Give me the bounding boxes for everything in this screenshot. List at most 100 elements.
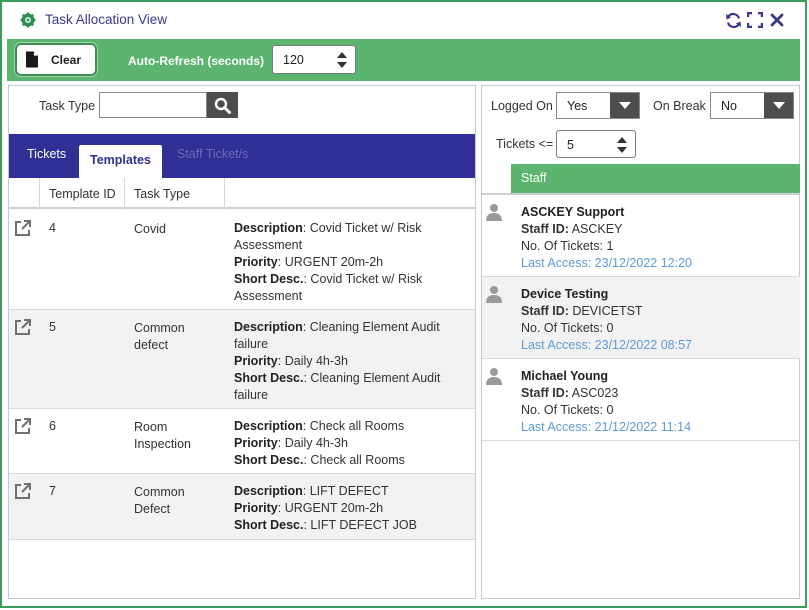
- tickets-label: No. Of Tickets:: [521, 403, 603, 417]
- description-label: Description: [234, 484, 303, 498]
- task-type: Common defect: [134, 321, 185, 352]
- last-access-label: Last Access:: [521, 420, 592, 434]
- tab-tickets[interactable]: Tickets: [27, 147, 66, 161]
- priority-value: Daily 4h-3h: [284, 436, 348, 450]
- spinner-arrows-icon[interactable]: [617, 137, 627, 153]
- on-break-value: No: [721, 99, 737, 113]
- auto-refresh-label: Auto-Refresh (seconds): [128, 54, 265, 68]
- staff-id-label: Staff ID:: [521, 222, 569, 236]
- staff-id-value: DEVICETST: [572, 304, 643, 318]
- window-title: Task Allocation View: [45, 12, 168, 27]
- chevron-down-icon: [618, 102, 631, 109]
- external-link-icon[interactable]: [14, 219, 32, 237]
- close-icon: [770, 13, 784, 27]
- logged-on-dropdown-button[interactable]: [610, 93, 639, 118]
- expand-icon: [747, 12, 763, 28]
- task-type-search-button[interactable]: [207, 92, 238, 118]
- staff-id-label: Staff ID:: [521, 304, 569, 318]
- search-icon: [214, 97, 231, 114]
- table-row[interactable]: 4 Covid Description: Covid Ticket w/ Ris…: [9, 211, 475, 310]
- template-id: 7: [49, 484, 56, 498]
- templates-panel: Task Type Tickets Templates Staff Ticket…: [8, 85, 476, 599]
- on-break-label: On Break: [653, 99, 706, 113]
- last-access-value: 23/12/2022 12:20: [594, 256, 692, 270]
- last-access-line: Last Access: 23/12/2022 12:20: [521, 256, 692, 270]
- task-allocation-window: Task Allocation View Clear Auto-Refresh …: [0, 0, 807, 608]
- tickets-max-input[interactable]: 5: [556, 130, 636, 158]
- priority-label: Priority: [234, 354, 278, 368]
- template-details: Description: Cleaning Element Audit fail…: [234, 320, 441, 402]
- task-type-label: Task Type: [39, 99, 96, 113]
- priority-value: URGENT 20m-2h: [284, 501, 384, 515]
- app-gear-icon: [20, 12, 36, 28]
- external-link-icon[interactable]: [14, 318, 32, 336]
- priority-label: Priority: [234, 255, 278, 269]
- staff-id-line: Staff ID: DEVICETST: [521, 304, 643, 318]
- priority-value: Daily 4h-3h: [284, 354, 348, 368]
- templates-table-header: Template ID Task Type: [9, 178, 475, 209]
- logged-on-label: Logged On: [491, 99, 553, 113]
- external-link-icon[interactable]: [14, 417, 32, 435]
- column-separator: [124, 178, 125, 209]
- tickets-line: No. Of Tickets: 0: [521, 403, 613, 417]
- tickets-value: 1: [606, 239, 614, 253]
- template-details: Description: Covid Ticket w/ Risk Assess…: [234, 221, 423, 303]
- list-item[interactable]: Michael Young Staff ID: ASC023 No. Of Ti…: [482, 359, 800, 441]
- priority-label: Priority: [234, 501, 278, 515]
- auto-refresh-value: 120: [283, 53, 304, 67]
- on-break-select[interactable]: No: [710, 92, 794, 119]
- user-icon: [486, 368, 502, 385]
- logged-on-select[interactable]: Yes: [556, 92, 640, 119]
- description-value: LIFT DEFECT: [309, 484, 389, 498]
- last-access-value: 23/12/2022 08:57: [594, 338, 692, 352]
- spinner-arrows-icon[interactable]: [337, 52, 347, 68]
- clear-button[interactable]: Clear: [15, 43, 97, 76]
- column-separator: [224, 178, 225, 209]
- description-value: Check all Rooms: [309, 419, 405, 433]
- short-desc-label: Short Desc.: [234, 272, 304, 286]
- staff-list-header: Staff: [511, 164, 800, 193]
- tickets-line: No. Of Tickets: 1: [521, 239, 613, 253]
- short-desc-value: Check all Rooms: [310, 453, 405, 467]
- short-desc-label: Short Desc.: [234, 371, 304, 385]
- staff-id-line: Staff ID: ASCKEY: [521, 222, 622, 236]
- list-item[interactable]: ASCKEY Support Staff ID: ASCKEY No. Of T…: [482, 195, 800, 277]
- refresh-button[interactable]: [724, 11, 742, 29]
- staff-name: ASCKEY Support: [521, 205, 625, 219]
- column-separator: [39, 178, 40, 209]
- tickets-label: No. Of Tickets:: [521, 239, 603, 253]
- clear-button-label: Clear: [51, 52, 82, 67]
- document-icon: [26, 51, 38, 68]
- column-header-template-id[interactable]: Template ID: [49, 187, 116, 201]
- task-type-input[interactable]: [99, 92, 207, 118]
- close-button[interactable]: [768, 11, 786, 29]
- task-type: Room Inspection: [134, 420, 191, 451]
- staff-column-header[interactable]: Staff: [521, 171, 546, 185]
- last-access-value: 21/12/2022 11:14: [594, 420, 692, 434]
- table-row[interactable]: 5 Common defect Description: Cleaning El…: [9, 310, 475, 409]
- description-label: Description: [234, 221, 303, 235]
- template-id: 6: [49, 419, 56, 433]
- staff-name: Device Testing: [521, 287, 609, 301]
- table-row[interactable]: 6 Room Inspection Description: Check all…: [9, 409, 475, 474]
- external-link-icon[interactable]: [14, 482, 32, 500]
- tab-staff-tickets[interactable]: Staff Ticket/s: [177, 147, 248, 161]
- staff-id-value: ASCKEY: [571, 222, 623, 236]
- refresh-icon: [725, 12, 741, 28]
- short-desc-label: Short Desc.: [234, 453, 304, 467]
- column-header-task-type[interactable]: Task Type: [134, 187, 190, 201]
- on-break-dropdown-button[interactable]: [764, 93, 793, 118]
- tickets-line: No. Of Tickets: 0: [521, 321, 613, 335]
- list-item[interactable]: Device Testing Staff ID: DEVICETST No. O…: [482, 277, 800, 359]
- last-access-line: Last Access: 21/12/2022 11:14: [521, 420, 691, 434]
- tickets-max-value: 5: [567, 138, 574, 152]
- staff-id-label: Staff ID:: [521, 386, 569, 400]
- tickets-label: No. Of Tickets:: [521, 321, 603, 335]
- expand-button[interactable]: [746, 11, 764, 29]
- tab-templates[interactable]: Templates: [79, 145, 162, 178]
- task-type: Common Defect: [134, 485, 185, 516]
- table-row[interactable]: 7 Common Defect Description: LIFT DEFECT…: [9, 474, 475, 540]
- priority-label: Priority: [234, 436, 278, 450]
- short-desc-label: Short Desc.: [234, 518, 304, 532]
- auto-refresh-input[interactable]: 120: [272, 45, 356, 74]
